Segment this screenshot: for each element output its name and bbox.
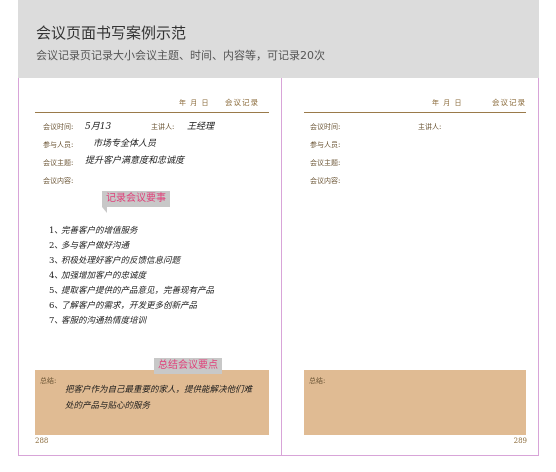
list-item: 6、了解客户的需求，开发更多创新产品 bbox=[49, 301, 198, 311]
topic-label: 会议主题: bbox=[43, 159, 74, 167]
list-item: 4、加强增加客户的忠诚度 bbox=[49, 271, 147, 281]
host-label: 主讲人: bbox=[151, 123, 175, 131]
list-item: 5、提取客户提供的产品意见，完善现有产品 bbox=[49, 286, 215, 296]
callout-summary-points: 总结会议要点 bbox=[154, 358, 222, 374]
summary-text: 把客户作为自己最重要的家人，提供能解决他们难处的产品与贴心的服务 bbox=[65, 385, 253, 411]
time-value: 5月13 bbox=[85, 122, 112, 132]
callout-pointer bbox=[102, 207, 107, 213]
list-item: 3、积极处理好客户的反馈信息问题 bbox=[49, 256, 181, 266]
header-title: 会议页面书写案例示范 bbox=[36, 24, 187, 42]
attendees-label: 参与人员: bbox=[310, 141, 341, 149]
header-subtitle: 会议记录页记录大小会议主题、时间、内容等，可记录20次 bbox=[36, 49, 325, 62]
callout-record-highlights: 记录会议要事 bbox=[102, 191, 170, 207]
time-label: 会议时间: bbox=[310, 123, 341, 131]
summary-box: 总结: bbox=[304, 370, 526, 435]
list-item: 7、客服的沟通热情度培训 bbox=[49, 316, 147, 326]
host-value: 王经理 bbox=[187, 122, 215, 132]
header-banner: 会议页面书写案例示范 会议记录页记录大小会议主题、时间、内容等，可记录20次 bbox=[18, 0, 539, 78]
summary-label: 总结: bbox=[309, 377, 326, 385]
meeting-items-list: 1、完善客户的增值服务 2、多与客户做好沟通 3、积极处理好客户的反馈信息问题 … bbox=[49, 224, 214, 329]
attendees-value: 市场专全体人员 bbox=[93, 139, 157, 149]
topic-value: 提升客户满意度和忠诚度 bbox=[85, 156, 185, 166]
list-item: 1、完善客户的增值服务 bbox=[49, 226, 138, 236]
page-title: 会议记录 bbox=[492, 98, 526, 107]
summary-box: 总结: 把客户作为自己最重要的家人，提供能解决他们难处的产品与贴心的服务 bbox=[35, 370, 269, 435]
header-rule bbox=[35, 112, 269, 113]
page-number-right: 289 bbox=[513, 437, 527, 445]
summary-label: 总结: bbox=[40, 377, 57, 385]
date-label: 年 月 日 bbox=[179, 99, 210, 107]
right-page: 年 月 日 会议记录 会议时间: 主讲人: 参与人员: 会议主题: 会议内容: … bbox=[281, 78, 539, 455]
left-page: 年 月 日 会议记录 会议时间: 5月13 主讲人: 王经理 参与人员: 市场专… bbox=[19, 78, 281, 455]
list-item: 2、多与客户做好沟通 bbox=[49, 241, 130, 251]
time-label: 会议时间: bbox=[43, 123, 74, 131]
header-rule bbox=[304, 112, 526, 113]
host-label: 主讲人: bbox=[418, 123, 442, 131]
content-label: 会议内容: bbox=[43, 177, 74, 185]
page-title: 会议记录 bbox=[225, 98, 259, 107]
content-label: 会议内容: bbox=[310, 177, 341, 185]
date-label: 年 月 日 bbox=[432, 99, 463, 107]
page-number-left: 288 bbox=[35, 437, 49, 445]
topic-label: 会议主题: bbox=[310, 159, 341, 167]
notebook-spread: 年 月 日 会议记录 会议时间: 5月13 主讲人: 王经理 参与人员: 市场专… bbox=[18, 78, 539, 456]
attendees-label: 参与人员: bbox=[43, 141, 74, 149]
